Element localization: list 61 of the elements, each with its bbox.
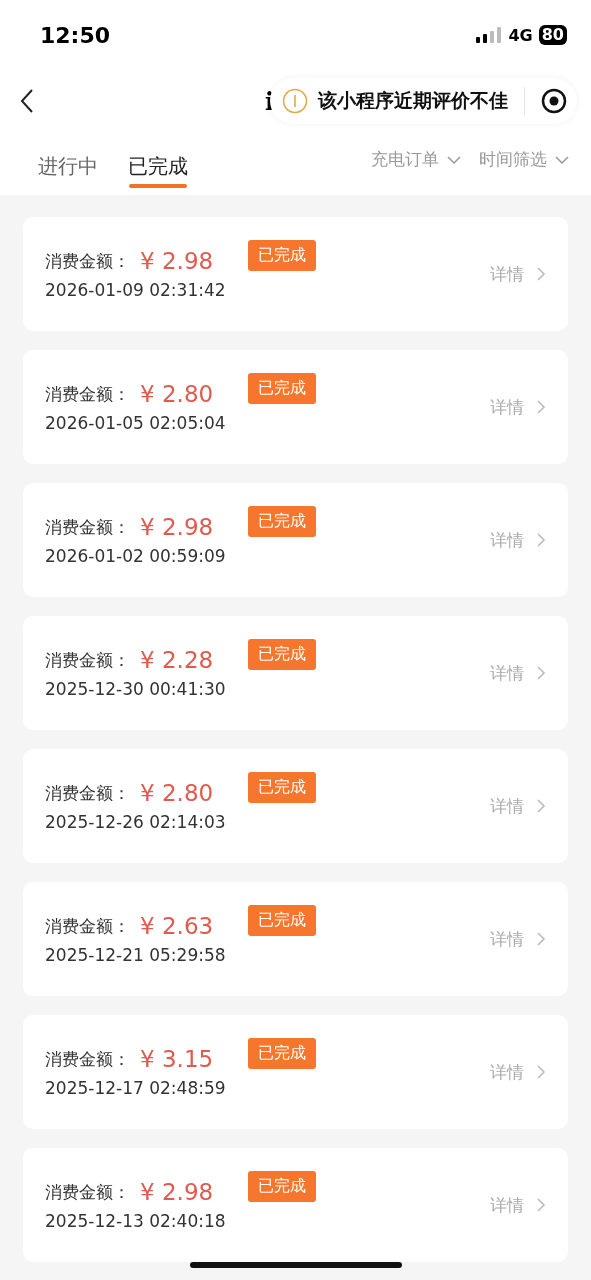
filter-dropdown[interactable]: 时间筛选	[479, 148, 569, 171]
amount-value: ¥ 3.15	[140, 1046, 215, 1072]
info-icon	[282, 88, 308, 114]
status-badge: 已完成	[248, 239, 316, 271]
clock: 12:50	[40, 22, 111, 48]
amount-value: ¥ 2.98	[140, 248, 215, 274]
battery-level: 80	[538, 25, 567, 45]
order-time: 2025-12-30 00:41:30	[45, 679, 227, 699]
amount-label: 消费金额：	[45, 249, 130, 273]
status-badge: 已完成	[248, 1170, 316, 1202]
order-time: 2026-01-09 02:31:42	[45, 280, 227, 300]
detail-link[interactable]: 详情	[490, 395, 546, 419]
chevron-icon	[536, 399, 546, 415]
detail-link[interactable]: 详情	[490, 1060, 546, 1084]
status-badge: 已完成	[248, 904, 316, 936]
amount-value: ¥ 2.63	[140, 913, 215, 939]
tab[interactable]: 已完成	[120, 132, 196, 192]
chevron-icon	[536, 665, 546, 681]
chevron-icon	[536, 931, 546, 947]
detail-link[interactable]: 详情	[490, 927, 546, 951]
detail-link[interactable]: 详情	[490, 262, 546, 286]
amount-value: ¥ 2.80	[140, 381, 215, 407]
amount-label: 消费金额：	[45, 1047, 130, 1071]
status-badge: 已完成	[248, 638, 316, 670]
detail-link[interactable]: 详情	[490, 794, 546, 818]
amount-label: 消费金额：	[45, 382, 130, 406]
chevron-icon	[536, 1064, 546, 1080]
amount-label: 消费金额：	[45, 515, 130, 539]
signal-icon	[476, 27, 503, 43]
caret-icon	[555, 155, 569, 164]
target-icon[interactable]	[541, 88, 567, 114]
amount-label: 消费金额：	[45, 914, 130, 938]
status-badge: 已完成	[248, 1037, 316, 1069]
order-time: 2025-12-26 02:14:03	[45, 812, 227, 832]
notice-text: 该小程序近期评价不佳	[318, 88, 508, 113]
order-time: 2026-01-05 02:05:04	[45, 413, 227, 433]
amount-label: 消费金额：	[45, 1180, 130, 1204]
amount-label: 消费金额：	[45, 648, 130, 672]
detail-link[interactable]: 详情	[490, 1193, 546, 1217]
caret-icon	[447, 155, 461, 164]
detail-link[interactable]: 详情	[490, 528, 546, 552]
order-time: 2025-12-17 02:48:59	[45, 1078, 227, 1098]
order-time: 2025-12-21 05:29:58	[45, 945, 227, 965]
chevron-icon	[536, 266, 546, 282]
chevron-icon	[536, 532, 546, 548]
status-badge: 已完成	[248, 372, 316, 404]
status-badge: 已完成	[248, 771, 316, 803]
chevron-icon	[536, 798, 546, 814]
filter-dropdown[interactable]: 充电订单	[371, 148, 461, 171]
order-time: 2025-12-13 02:40:18	[45, 1211, 227, 1231]
chevron-icon	[536, 1197, 546, 1213]
amount-value: ¥ 2.98	[140, 514, 215, 540]
tab[interactable]: 进行中	[30, 132, 106, 192]
network-label: 4G	[508, 25, 533, 45]
order-time: 2026-01-02 00:59:09	[45, 546, 227, 566]
detail-link[interactable]: 详情	[490, 661, 546, 685]
amount-value: ¥ 2.98	[140, 1179, 215, 1205]
status-badge: 已完成	[248, 505, 316, 537]
amount-value: ¥ 2.28	[140, 647, 215, 673]
amount-label: 消费金额：	[45, 781, 130, 805]
amount-value: ¥ 2.80	[140, 780, 215, 806]
